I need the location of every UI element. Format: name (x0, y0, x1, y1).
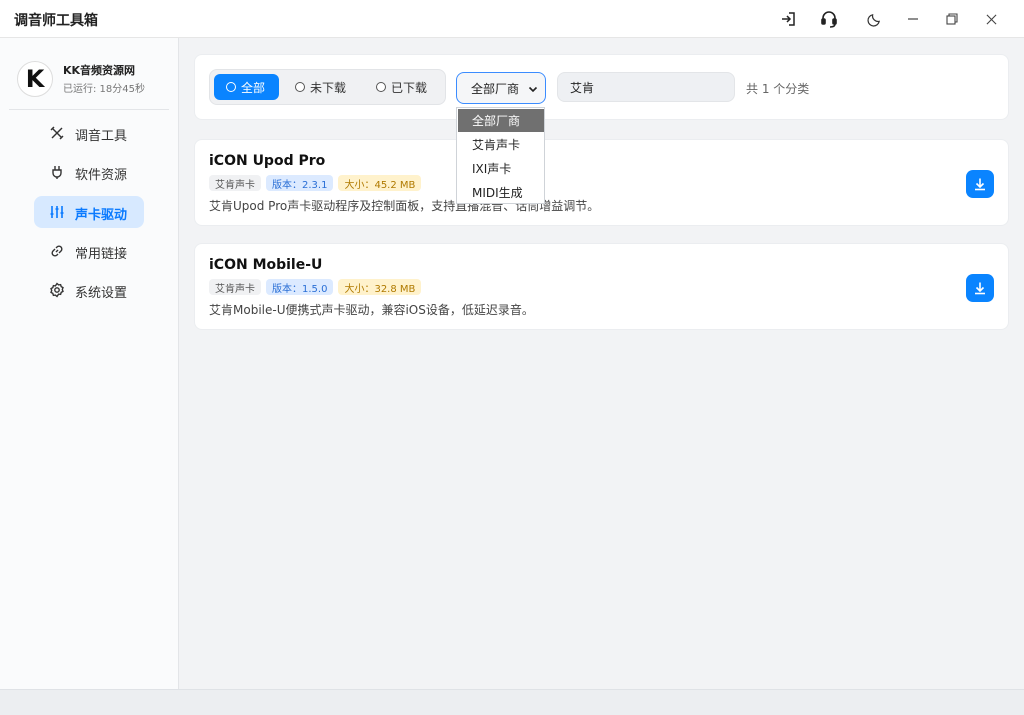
logout-icon (782, 12, 795, 26)
link-icon (51, 245, 63, 257)
radio-icon (226, 82, 236, 92)
sidebar-item-drivers[interactable]: 声卡驱动 (34, 196, 144, 228)
dropdown-option-all-vendors[interactable]: 全部厂商 (458, 109, 544, 132)
vendor-select[interactable]: 全部厂商 (456, 72, 546, 104)
minimize-icon (908, 18, 918, 20)
driver-card: iCON Upod Pro 艾肯声卡 版本：2.3.1 大小：45.2 MB 艾… (194, 139, 1009, 226)
gear-icon (50, 282, 64, 298)
dropdown-option-icon[interactable]: 艾肯声卡 (458, 133, 544, 156)
filter-bar: 全部 未下载 已下载 全部厂商 艾肯 共 1 个分类 (194, 54, 1009, 120)
driver-tags: 艾肯声卡 版本：1.5.0 大小：32.8 MB (209, 279, 422, 295)
sliders-icon (50, 206, 64, 218)
version-tag: 版本：2.3.1 (266, 175, 334, 191)
radio-icon (376, 82, 386, 92)
vendor-tag: 艾肯声卡 (209, 279, 261, 295)
tools-icon (50, 126, 64, 140)
site-name: KK音频资源网 (63, 64, 136, 77)
moon-icon (866, 13, 880, 27)
sidebar-item-settings[interactable]: 系统设置 (34, 274, 144, 306)
driver-card: iCON Mobile-U 艾肯声卡 版本：1.5.0 大小：32.8 MB 艾… (194, 243, 1009, 330)
vendor-select-value: 全部厂商 (471, 81, 520, 96)
segment-label: 全部 (241, 80, 266, 95)
headset-icon (821, 11, 837, 28)
download-icon (975, 282, 985, 295)
size-tag: 大小：32.8 MB (338, 279, 422, 295)
sidebar-item-software[interactable]: 软件资源 (34, 156, 144, 188)
close-button[interactable] (978, 7, 1004, 31)
sidebar-item-label: 常用链接 (75, 247, 128, 262)
filter-all-button[interactable]: 全部 (214, 74, 279, 100)
driver-description: 艾肯Mobile-U便携式声卡驱动，兼容iOS设备，低延迟录音。 (209, 303, 534, 317)
size-tag: 大小：45.2 MB (338, 175, 422, 191)
logout-button[interactable] (775, 7, 801, 31)
chevron-down-icon (528, 86, 538, 93)
profile: K KK音频资源网 已运行: 18分45秒 (17, 58, 167, 102)
app-title: 调音师工具箱 (14, 13, 98, 29)
radio-icon (295, 82, 305, 92)
download-icon (975, 178, 985, 191)
avatar: K (17, 61, 53, 97)
minimize-button[interactable] (900, 7, 926, 31)
status-bar (0, 689, 1024, 715)
runtime-text: 已运行: 18分45秒 (63, 84, 145, 95)
dropdown-option-ixi[interactable]: IXI声卡 (458, 157, 544, 180)
driver-tags: 艾肯声卡 版本：2.3.1 大小：45.2 MB (209, 175, 422, 191)
filter-not-downloaded-button[interactable]: 未下载 (288, 74, 358, 100)
sidebar-item-links[interactable]: 常用链接 (34, 235, 144, 267)
dropdown-option-midi[interactable]: MIDI生成 (458, 181, 544, 204)
search-input[interactable]: 艾肯 (557, 72, 735, 102)
category-count: 共 1 个分类 (746, 82, 810, 96)
vendor-dropdown-menu: 全部厂商 艾肯声卡 IXI声卡 MIDI生成 (456, 107, 545, 204)
support-button[interactable] (816, 7, 842, 31)
restore-button[interactable] (939, 7, 965, 31)
driver-title: iCON Mobile-U (209, 257, 323, 273)
restore-icon (946, 13, 958, 25)
sidebar-item-label: 系统设置 (75, 286, 128, 301)
vendor-tag: 艾肯声卡 (209, 175, 261, 191)
plug-icon (52, 166, 62, 179)
sidebar-item-label: 调音工具 (75, 129, 128, 144)
sidebar-item-tuning-tools[interactable]: 调音工具 (34, 117, 144, 149)
filter-downloaded-button[interactable]: 已下载 (368, 74, 438, 100)
segment-label: 已下载 (391, 80, 428, 95)
title-bar: 调音师工具箱 (0, 0, 1024, 38)
sidebar-item-label: 声卡驱动 (75, 208, 128, 223)
download-filter-segmented: 全部 未下载 已下载 (209, 69, 446, 105)
driver-title: iCON Upod Pro (209, 153, 326, 169)
version-tag: 版本：1.5.0 (266, 279, 334, 295)
download-button[interactable] (966, 170, 994, 198)
theme-toggle-button[interactable] (861, 7, 887, 31)
sidebar: K KK音频资源网 已运行: 18分45秒 调音工具 软件资源 声卡驱动 常用链… (0, 38, 179, 689)
sidebar-divider (9, 109, 169, 110)
download-button[interactable] (966, 274, 994, 302)
segment-label: 未下载 (310, 80, 347, 95)
close-icon (986, 14, 996, 24)
sidebar-item-label: 软件资源 (75, 168, 128, 183)
